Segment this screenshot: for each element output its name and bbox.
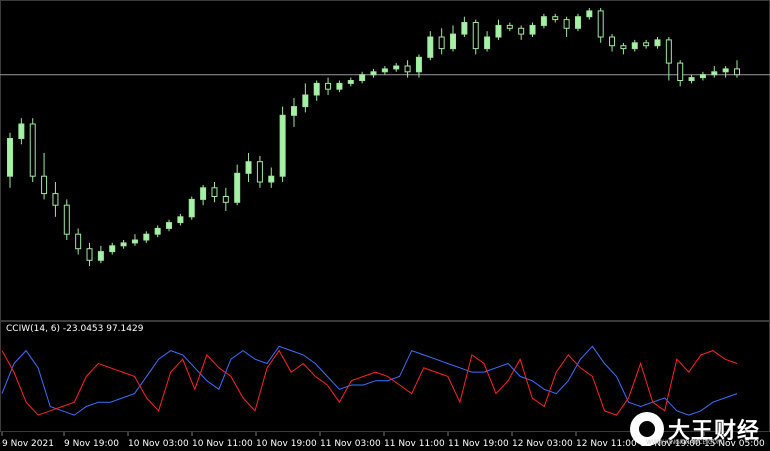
candle-body bbox=[529, 24, 536, 35]
x-tick-label: 11 Nov 03:00 bbox=[320, 439, 381, 449]
candle-body bbox=[75, 233, 82, 250]
candle-body bbox=[688, 77, 695, 81]
candle-body bbox=[290, 106, 297, 116]
candle-body bbox=[52, 193, 59, 206]
x-tick-label: 10 Nov 11:00 bbox=[192, 439, 253, 449]
candle-body bbox=[450, 33, 457, 50]
candle-body bbox=[154, 227, 161, 235]
candle-body bbox=[234, 172, 241, 203]
candle-body bbox=[279, 114, 286, 177]
candle-body bbox=[495, 24, 502, 38]
x-tick-label: 10 Nov 19:00 bbox=[256, 439, 317, 449]
candle-body bbox=[393, 65, 400, 70]
x-tick-label: 9 Nov 19:00 bbox=[64, 439, 119, 449]
candle-body bbox=[654, 39, 661, 47]
candle-body bbox=[552, 16, 559, 21]
candle-body bbox=[131, 239, 138, 244]
candle-body bbox=[699, 74, 706, 79]
candle-body bbox=[336, 82, 343, 90]
x-tick-label: 12 Nov 11:00 bbox=[576, 439, 637, 449]
main-panel-frame bbox=[0, 0, 770, 321]
candle-body bbox=[574, 16, 581, 29]
candle-body bbox=[200, 187, 207, 200]
candle-body bbox=[563, 19, 570, 29]
candle-body bbox=[643, 42, 650, 47]
candle-body bbox=[677, 62, 684, 81]
candle-body bbox=[347, 80, 354, 84]
candle-body bbox=[427, 36, 434, 58]
candle-body bbox=[631, 42, 638, 50]
candle-body bbox=[97, 251, 104, 261]
candle-body bbox=[302, 94, 309, 108]
x-tick-label: 12 Nov 03:00 bbox=[512, 439, 573, 449]
candle-body bbox=[597, 10, 604, 38]
candle-body bbox=[586, 10, 593, 18]
candle-body bbox=[188, 198, 195, 218]
candle-body bbox=[325, 82, 332, 90]
watermark-subtext: WWW.KINGFINANCE.COM bbox=[646, 439, 723, 446]
x-tick-label: 10 Nov 03:00 bbox=[128, 439, 189, 449]
candle-body bbox=[472, 22, 479, 50]
candle-body bbox=[665, 39, 672, 64]
candle-body bbox=[722, 68, 729, 73]
candle-body bbox=[461, 22, 468, 35]
price-chart[interactable]: 9 Nov 2021 9 Nov 19:00 10 Nov 03:00 10 Nov … bbox=[0, 0, 770, 451]
candle-body bbox=[41, 175, 48, 195]
candle-body bbox=[620, 45, 627, 50]
x-tick-label: 11 Nov 11:00 bbox=[384, 439, 445, 449]
candle-body bbox=[506, 24, 513, 29]
candle-body bbox=[222, 196, 229, 203]
candle-body bbox=[711, 71, 718, 76]
candle-body bbox=[7, 138, 13, 177]
candle-body bbox=[359, 74, 366, 81]
candle-body bbox=[370, 71, 377, 76]
candle-body bbox=[404, 65, 411, 73]
indicator-label: CCIW(14, 6) -23.0453 97.1429 bbox=[6, 324, 144, 334]
candle-body bbox=[268, 175, 275, 183]
candle-body bbox=[734, 68, 740, 76]
candle-body bbox=[120, 242, 127, 247]
indicator-series-1 bbox=[1, 345, 738, 416]
x-tick-label: 11 Nov 19:00 bbox=[448, 439, 509, 449]
candle-body bbox=[438, 36, 445, 50]
x-tick-label: 9 Nov 2021 bbox=[2, 439, 54, 449]
candle-body bbox=[29, 123, 36, 177]
candle-body bbox=[245, 161, 252, 174]
candle-body bbox=[18, 123, 25, 139]
candle-body bbox=[211, 187, 218, 198]
candle-body bbox=[484, 36, 491, 50]
candle-body bbox=[415, 56, 422, 73]
candle-body bbox=[609, 36, 616, 47]
candle-body bbox=[177, 216, 184, 224]
candle-body bbox=[381, 68, 388, 73]
candle-body bbox=[166, 222, 173, 229]
candle-body bbox=[109, 245, 116, 253]
candle-body bbox=[540, 16, 547, 26]
candle-body bbox=[256, 161, 263, 183]
candle-body bbox=[63, 204, 70, 235]
candle-body bbox=[313, 82, 320, 96]
candle-body bbox=[518, 27, 525, 35]
candle-body bbox=[143, 233, 150, 241]
candle-body bbox=[86, 248, 93, 261]
